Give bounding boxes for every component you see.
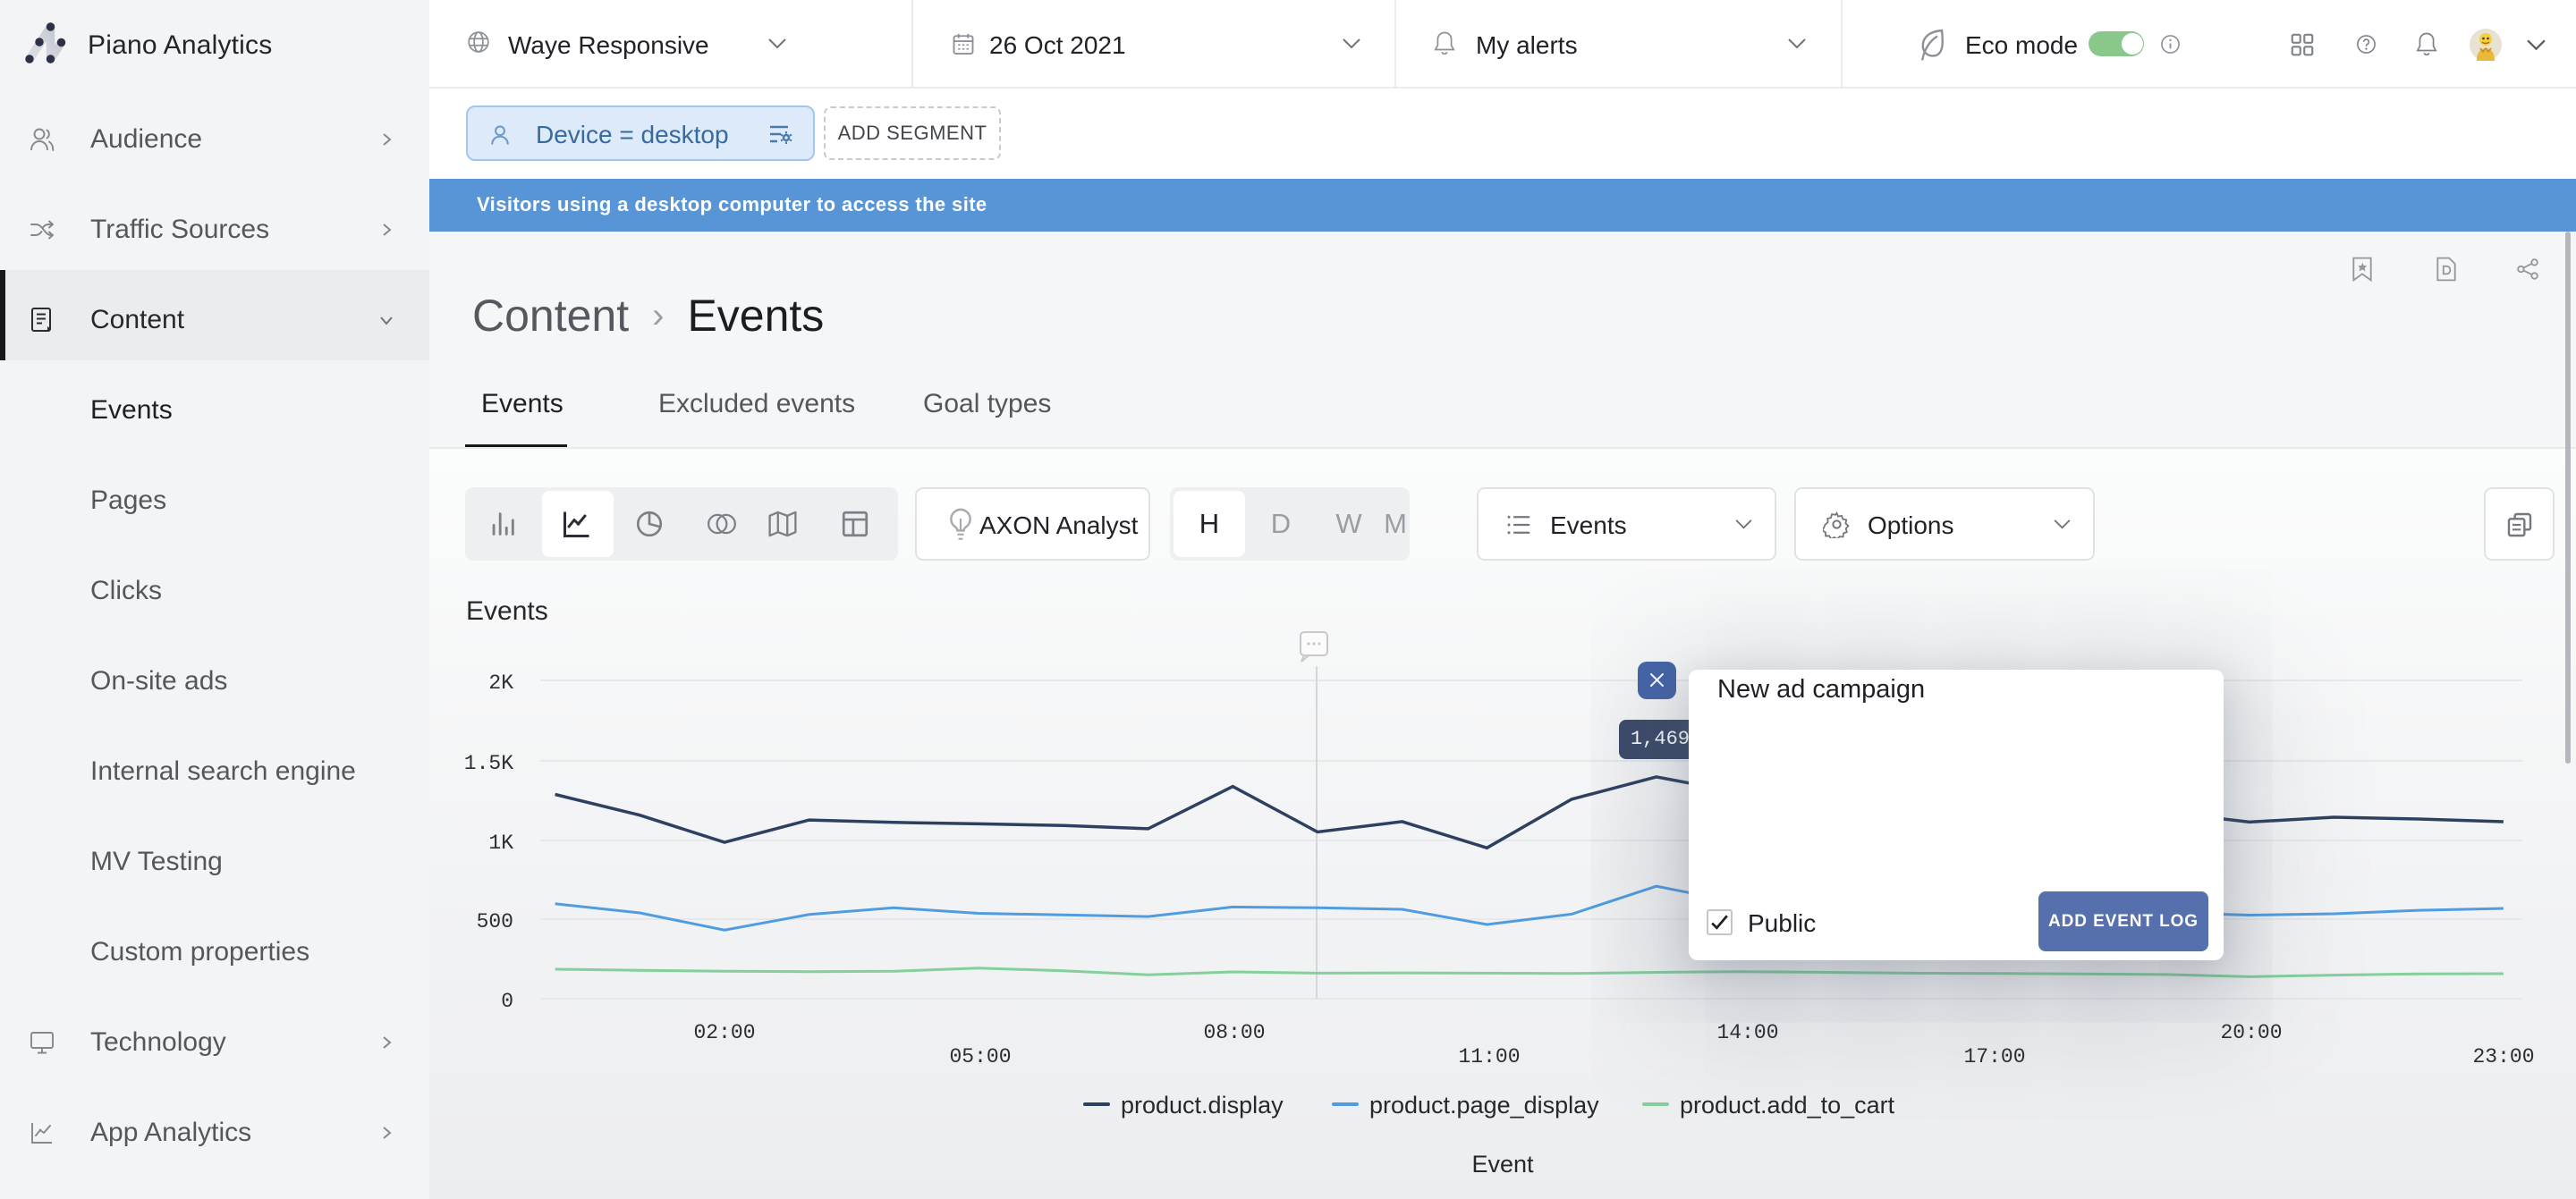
svg-text:08:00: 08:00 [1203,1021,1265,1044]
svg-text:14:00: 14:00 [1716,1021,1778,1044]
svg-text:0: 0 [501,990,513,1013]
svg-text:11:00: 11:00 [1458,1045,1520,1068]
svg-text:Events: Events [466,596,548,626]
svg-text:05:00: 05:00 [949,1045,1011,1068]
svg-text:02:00: 02:00 [693,1021,755,1044]
svg-text:17:00: 17:00 [1963,1045,2025,1068]
svg-text:1.5K: 1.5K [464,752,513,775]
svg-text:20:00: 20:00 [2220,1021,2282,1044]
svg-text:500: 500 [477,910,513,933]
svg-text:1K: 1K [488,832,513,855]
svg-text:2K: 2K [488,671,513,695]
svg-text:23:00: 23:00 [2472,1045,2534,1068]
